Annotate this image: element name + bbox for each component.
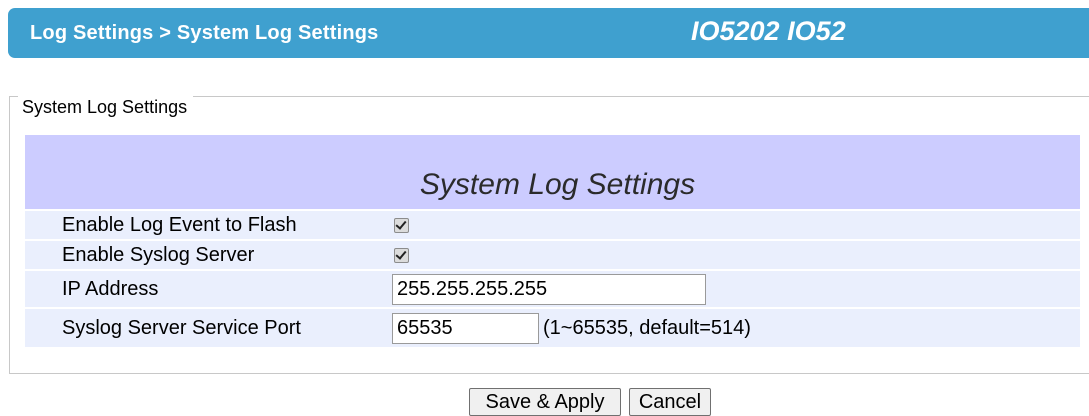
log-flash-label: Enable Log Event to Flash xyxy=(25,209,380,239)
device-model: IO5202 IO52 xyxy=(691,16,846,46)
service-port-input[interactable] xyxy=(392,312,539,344)
ip-address-input[interactable] xyxy=(392,273,706,305)
table-row: Enable Log Event to Flash xyxy=(25,209,1080,239)
group-legend: System Log Settings xyxy=(18,96,194,118)
service-port-label: Syslog Server Service Port xyxy=(25,307,380,347)
settings-table: System Log Settings Enable Log Event to … xyxy=(25,135,1080,347)
log-flash-checkbox[interactable] xyxy=(394,217,409,233)
service-port-hint: (1~65535, default=514) xyxy=(543,316,751,339)
table-row: Syslog Server Service Port (1~65535, def… xyxy=(25,307,1080,347)
syslog-server-label: Enable Syslog Server xyxy=(25,239,380,269)
table-row: IP Address xyxy=(25,269,1080,307)
table-title-cell: System Log Settings xyxy=(25,135,1080,209)
ip-address-label: IP Address xyxy=(25,269,380,307)
breadcrumb: Log Settings > System Log Settings xyxy=(30,22,379,44)
cancel-button[interactable]: Cancel xyxy=(629,388,711,416)
header-bar: Log Settings > System Log Settings IO520… xyxy=(8,8,1089,58)
table-title: System Log Settings xyxy=(419,168,696,201)
syslog-server-checkbox[interactable] xyxy=(394,247,409,263)
table-row: Enable Syslog Server xyxy=(25,239,1080,269)
save-apply-button[interactable]: Save & Apply xyxy=(469,388,621,416)
